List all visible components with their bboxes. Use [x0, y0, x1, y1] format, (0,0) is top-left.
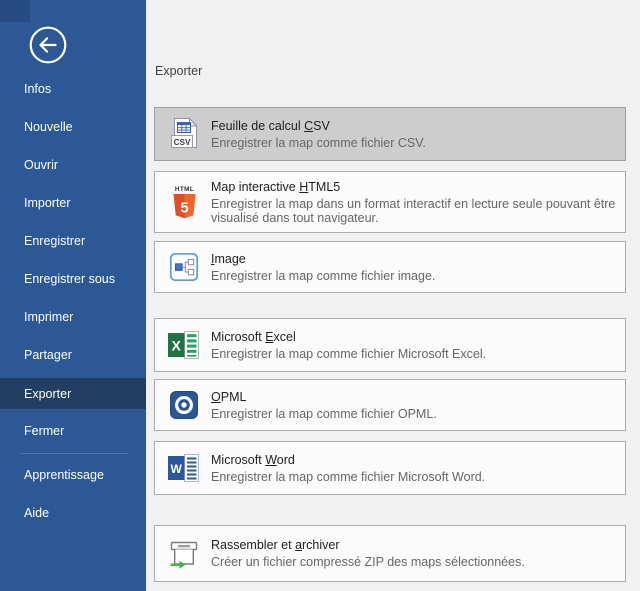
svg-text:X: X: [172, 338, 182, 354]
sidebar-item-imprimer[interactable]: Imprimer: [0, 298, 146, 336]
sidebar-item-exporter[interactable]: Exporter: [0, 374, 146, 412]
option-title: OPML: [211, 390, 437, 405]
option-description: Enregistrer la map dans un format intera…: [211, 197, 617, 225]
option-title: Feuille de calcul CSV: [211, 119, 426, 134]
option-description: Enregistrer la map comme fichier CSV.: [211, 136, 426, 150]
sidebar-divider: [20, 453, 128, 454]
svg-text:HTML: HTML: [174, 186, 193, 193]
page-title: Exporter: [155, 64, 202, 78]
word-icon: W: [166, 453, 202, 483]
export-option-word[interactable]: W Microsoft Word Enregistrer la map comm…: [154, 441, 626, 495]
option-description: Enregistrer la map comme fichier OPML.: [211, 407, 437, 421]
sidebar-item-enregistrer-sous[interactable]: Enregistrer sous: [0, 260, 146, 298]
sidebar-item-aide[interactable]: Aide: [0, 494, 146, 532]
backstage-sidebar: Infos Nouvelle Ouvrir Importer Enregistr…: [0, 0, 146, 591]
option-title: Microsoft Excel: [211, 330, 486, 345]
option-description: Enregistrer la map comme fichier image.: [211, 269, 435, 283]
sidebar-item-fermer[interactable]: Fermer: [0, 412, 146, 450]
opml-icon: [166, 391, 202, 419]
option-description: Enregistrer la map comme fichier Microso…: [211, 470, 485, 484]
option-description: Enregistrer la map comme fichier Microso…: [211, 347, 486, 361]
image-file-icon: [166, 252, 202, 282]
export-option-opml[interactable]: OPML Enregistrer la map comme fichier OP…: [154, 379, 626, 431]
option-title: Rassembler et archiver: [211, 538, 525, 553]
excel-icon: X: [166, 330, 202, 360]
titlebar-corner-block: [0, 0, 30, 22]
sidebar-item-partager[interactable]: Partager: [0, 336, 146, 374]
svg-text:W: W: [171, 462, 183, 476]
back-arrow-icon: [28, 53, 68, 68]
sidebar-item-importer[interactable]: Importer: [0, 184, 146, 222]
option-title: Map interactive HTML5: [211, 180, 617, 195]
svg-text:5: 5: [180, 199, 188, 216]
option-title: Microsoft Word: [211, 453, 485, 468]
export-option-image[interactable]: Image Enregistrer la map comme fichier i…: [154, 241, 626, 293]
export-option-csv[interactable]: CSV Feuille de calcul CSV Enregistrer la…: [154, 107, 626, 161]
sidebar-item-nouvelle[interactable]: Nouvelle: [0, 108, 146, 146]
option-title: Image: [211, 252, 435, 267]
export-option-excel[interactable]: X Microsoft Excel Enregistrer la map com…: [154, 318, 626, 372]
back-button[interactable]: [28, 25, 68, 65]
csv-spreadsheet-icon: CSV: [166, 117, 202, 151]
sidebar-item-ouvrir[interactable]: Ouvrir: [0, 146, 146, 184]
html5-icon: HTML 5: [166, 184, 202, 221]
export-option-html5[interactable]: HTML 5 Map interactive HTML5 Enregistrer…: [154, 171, 626, 233]
sidebar-item-apprentissage[interactable]: Apprentissage: [0, 456, 146, 494]
option-description: Créer un fichier compressé ZIP des maps …: [211, 555, 525, 569]
sidebar-item-infos[interactable]: Infos: [0, 70, 146, 108]
archive-zip-icon: [166, 538, 202, 570]
export-panel: Exporter CSV Feuille de calcul CSV Enreg…: [146, 0, 640, 591]
sidebar-menu: Infos Nouvelle Ouvrir Importer Enregistr…: [0, 70, 146, 532]
svg-text:CSV: CSV: [174, 138, 191, 147]
export-option-archive[interactable]: Rassembler et archiver Créer un fichier …: [154, 525, 626, 582]
sidebar-item-enregistrer[interactable]: Enregistrer: [0, 222, 146, 260]
